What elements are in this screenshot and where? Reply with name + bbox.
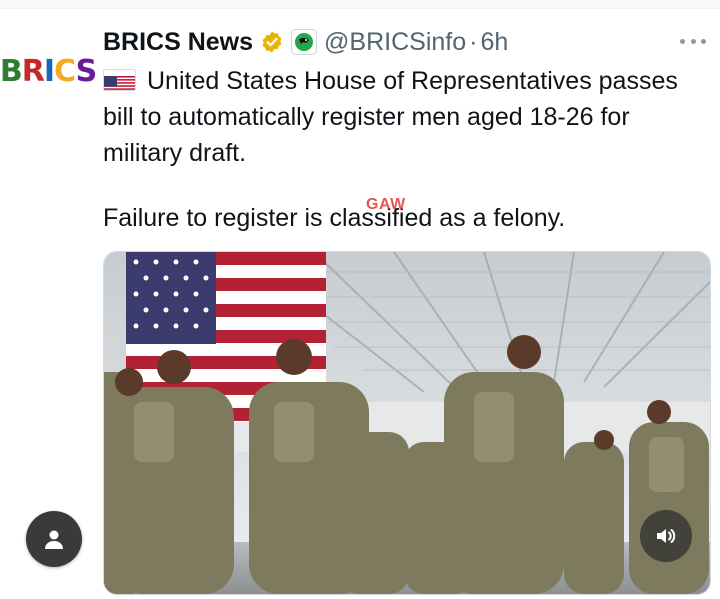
timestamp[interactable]: 6h (480, 28, 508, 57)
sound-toggle-button[interactable] (640, 510, 692, 562)
tweet-text-line2: Failure to register is classified as a f… (103, 204, 566, 232)
verified-badge-icon[interactable] (260, 30, 284, 54)
affiliate-badge-icon[interactable] (291, 29, 318, 55)
avatar[interactable]: BRICS (0, 50, 97, 94)
tweet-header: BRICS News @BRICSinfo · 6h (103, 26, 508, 58)
tweet-text-line1: United States House of Representatives p… (103, 67, 678, 167)
us-flag-icon (103, 69, 136, 91)
more-options-icon[interactable] (680, 34, 706, 48)
speaker-icon (657, 529, 676, 543)
tweet-body: United States House of Representatives p… (103, 63, 703, 171)
user-handle[interactable]: @BRICSinfo (324, 28, 466, 57)
separator-dot: · (469, 27, 478, 56)
tweet-photo[interactable] (103, 251, 711, 595)
person-icon (45, 530, 63, 549)
top-divider (0, 0, 720, 9)
avatar-logo-text: BRICS (0, 54, 97, 89)
display-name[interactable]: BRICS News (103, 28, 253, 57)
watermark: GAW (366, 196, 406, 213)
profile-button[interactable] (26, 511, 82, 567)
